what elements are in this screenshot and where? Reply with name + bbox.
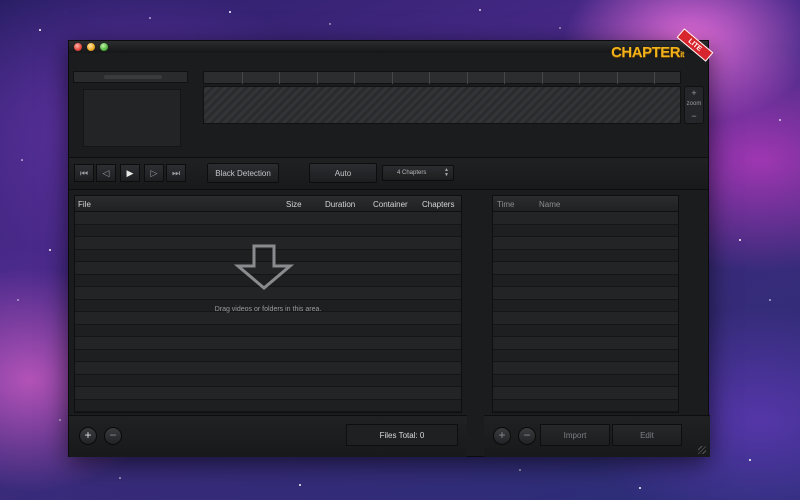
table-row [75, 312, 461, 325]
table-row [493, 362, 678, 375]
remove-chapter-button[interactable]: − [518, 427, 536, 445]
app-logo: CHAPTERit [611, 44, 684, 61]
ruler-tick [391, 72, 393, 84]
skip-end-button[interactable]: ⏭ [166, 164, 186, 182]
next-frame-button[interactable]: ▷ [144, 164, 164, 182]
files-total-status: Files Total: 0 [346, 424, 458, 446]
ruler-tick [354, 72, 355, 84]
prev-frame-button[interactable]: ◁ [96, 164, 116, 182]
next-icon: ▷ [150, 167, 158, 178]
column-file[interactable]: File [78, 200, 91, 209]
table-row [75, 349, 461, 362]
table-row [75, 224, 461, 237]
table-row [493, 387, 678, 400]
table-row [493, 287, 678, 300]
table-row [493, 237, 678, 250]
table-row [493, 299, 678, 312]
logo-suffix: it [680, 50, 684, 59]
table-row [493, 224, 678, 237]
ruler-tick [316, 72, 318, 84]
table-row [493, 399, 678, 412]
zoom-in-button[interactable]: + [685, 88, 703, 98]
preview-scrubber[interactable] [73, 71, 188, 83]
ruler-tick [241, 72, 243, 84]
table-row [493, 324, 678, 337]
edit-button[interactable]: Edit [612, 424, 682, 446]
drop-arrow-icon [234, 244, 294, 290]
ruler-tick [504, 72, 505, 84]
drop-hint-text: Drag videos or folders in this area. [214, 306, 322, 313]
ruler-tick [579, 72, 580, 84]
chapter-rows [493, 212, 678, 412]
updown-arrows-icon: ▲ ▼ [444, 167, 449, 178]
remove-file-button[interactable]: − [104, 427, 122, 445]
table-row [75, 399, 461, 412]
ruler-tick [279, 72, 280, 84]
timeline-ruler[interactable] [203, 71, 681, 84]
table-row [75, 337, 461, 350]
table-row [493, 262, 678, 275]
ruler-tick [429, 72, 430, 84]
zoom-window-button[interactable] [100, 43, 108, 51]
prev-icon: ◁ [102, 167, 110, 178]
ruler-tick [654, 72, 655, 84]
minimize-window-button[interactable] [87, 43, 95, 51]
chapter-list-header: Time Name [493, 196, 678, 212]
ruler-tick [541, 72, 543, 84]
ruler-tick [616, 72, 618, 84]
zoom-label: zoom [686, 101, 702, 107]
transport-toolbar: ⏮ ◁ ▶ ▷ ⏭ Black Detection Auto 4 Chapter… [69, 157, 708, 190]
table-row [493, 337, 678, 350]
chapters-select-value: 4 Chapters [397, 170, 427, 176]
file-actions-bar: + − Files Total: 0 [69, 415, 467, 457]
preview-scrubber-handle[interactable] [104, 75, 162, 79]
black-detection-button[interactable]: Black Detection [207, 163, 279, 183]
column-duration[interactable]: Duration [325, 200, 355, 209]
table-row [75, 212, 461, 225]
table-row [493, 249, 678, 262]
file-list-header: File Size Duration Container Chapters [75, 196, 461, 212]
table-row [75, 324, 461, 337]
play-icon: ▶ [126, 167, 134, 178]
close-window-button[interactable] [74, 43, 82, 51]
column-size[interactable]: Size [286, 200, 302, 209]
resize-grip[interactable] [698, 446, 706, 454]
skip-start-button[interactable]: ⏮ [74, 164, 94, 182]
table-row [75, 362, 461, 375]
zoom-control: + zoom − [684, 86, 704, 124]
zoom-out-button[interactable]: − [685, 111, 703, 121]
add-file-button[interactable]: + [79, 427, 97, 445]
import-button[interactable]: Import [540, 424, 610, 446]
app-window: CHAPTERit LITE + zoom − ⏮ ◁ ▶ ▷ ⏭ Black … [68, 28, 714, 457]
table-row [493, 349, 678, 362]
timeline-track[interactable] [203, 86, 681, 124]
table-row [493, 374, 678, 387]
skip-start-icon: ⏮ [79, 167, 89, 178]
table-row [493, 274, 678, 287]
auto-button[interactable]: Auto [309, 163, 377, 183]
column-time[interactable]: Time [497, 200, 514, 209]
column-name[interactable]: Name [539, 200, 560, 209]
ruler-tick [466, 72, 468, 84]
table-row [75, 374, 461, 387]
play-button[interactable]: ▶ [120, 164, 140, 182]
chapter-list[interactable]: Time Name [492, 195, 679, 413]
file-list[interactable]: File Size Duration Container Chapters Dr… [74, 195, 462, 413]
chapter-actions-bar: + − Import Edit [484, 415, 710, 457]
add-chapter-button[interactable]: + [493, 427, 511, 445]
table-row [493, 312, 678, 325]
video-preview [83, 89, 181, 147]
table-row [75, 387, 461, 400]
skip-end-icon: ⏭ [171, 167, 181, 178]
column-chapters[interactable]: Chapters [422, 200, 454, 209]
column-container[interactable]: Container [373, 200, 408, 209]
table-row [493, 212, 678, 225]
chapters-select[interactable]: 4 Chapters ▲ ▼ [382, 165, 454, 181]
logo-text: CHAPTER [611, 44, 681, 61]
